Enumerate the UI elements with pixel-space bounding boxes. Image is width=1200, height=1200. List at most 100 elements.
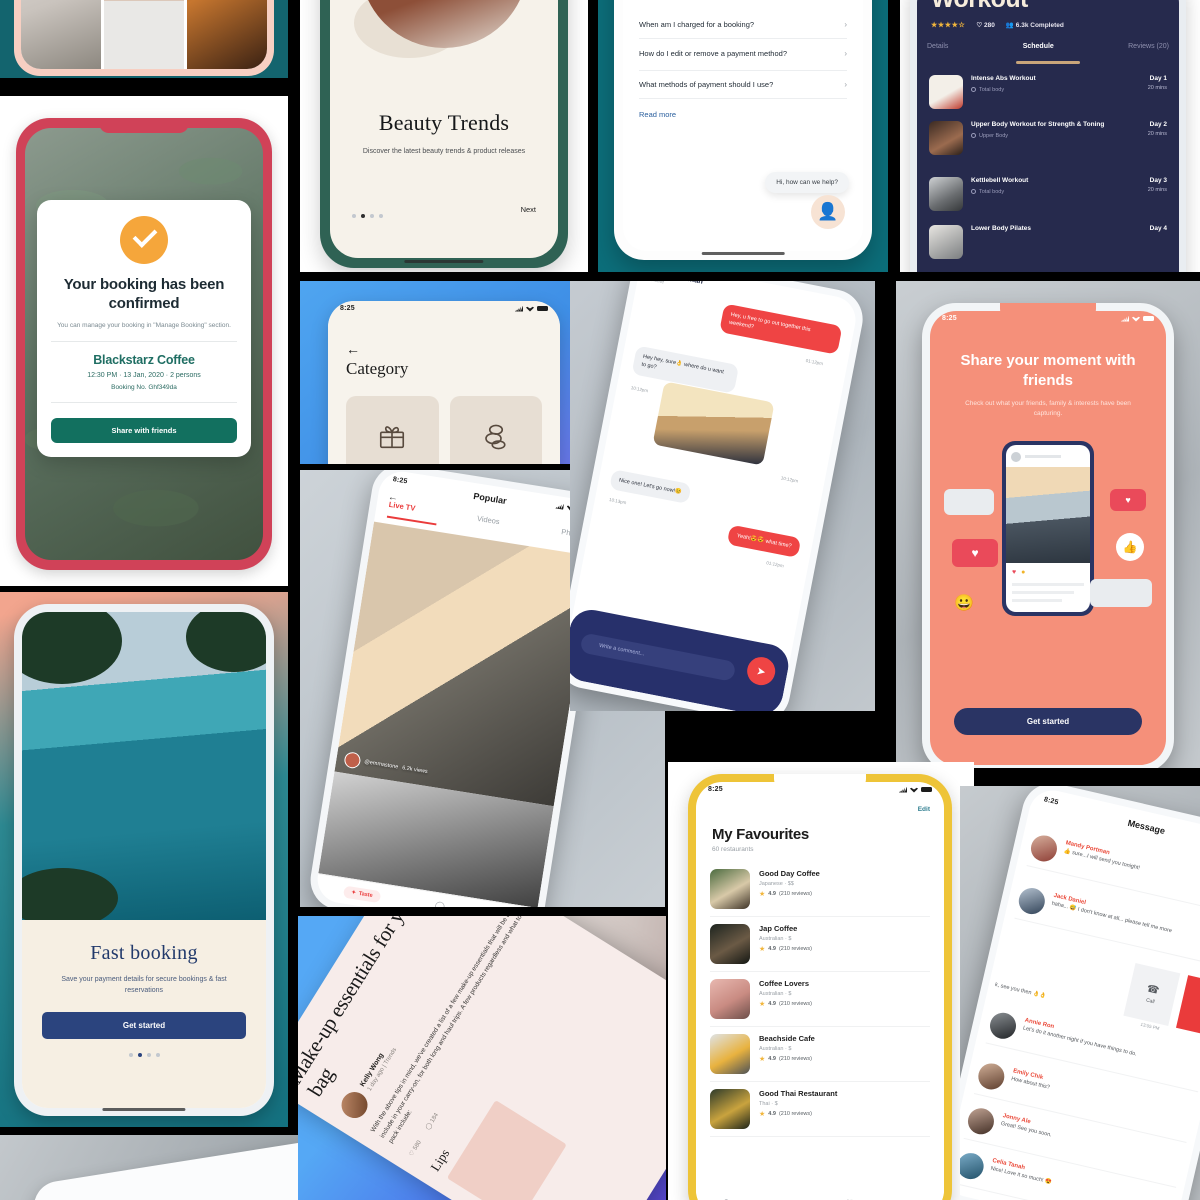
workout-row[interactable]: Intense Abs Workout Total body Day 1 20 … (929, 75, 1167, 109)
faq-screen: When am I charged for a booking? › How d… (623, 0, 863, 251)
battery-icon (921, 787, 932, 792)
booking-meta: 12:30 PM · 13 Jan, 2020 · 2 persons (87, 372, 201, 380)
cosmetics-icon (484, 424, 506, 450)
smiley-emoji-icon: 😀 (954, 595, 974, 612)
faq-item[interactable]: What methods of payment should I use? › (639, 71, 847, 99)
list-item[interactable]: Coffee Lovers Australian · $ ★ 4.9 (210 … (710, 972, 930, 1027)
chat-input[interactable]: Write a comment... (579, 632, 737, 682)
phone-notch (99, 118, 189, 133)
pager-dot[interactable] (155, 1052, 160, 1057)
fashion-cell[interactable] (21, 0, 101, 69)
post-line (1012, 583, 1084, 586)
comments-count: 184 (429, 1112, 441, 1125)
phone-fashion-grid (14, 0, 274, 76)
fashion-grid (21, 0, 267, 69)
tab-reviews[interactable]: Reviews (20) (1128, 43, 1169, 50)
tab-videos[interactable]: Videos (476, 514, 500, 526)
phone-icon: ☎ (1145, 983, 1161, 997)
phone-category: 8:25 ← Category (328, 301, 560, 464)
chat-bubble-outgoing: Hey, u free to go out together this week… (719, 303, 843, 355)
workout-tag: Upper Body (971, 133, 1140, 139)
workout-row[interactable]: Upper Body Workout for Strength & Toning… (929, 121, 1167, 155)
support-agent-avatar[interactable]: 👤 (811, 195, 845, 229)
video-card-primary[interactable]: @emmastone 6.2k views (334, 521, 594, 807)
send-icon[interactable]: ➤ (744, 654, 778, 688)
restaurant-rating: ★ 4.9 (210 reviews) (759, 891, 812, 898)
workout-thumbnail (929, 75, 963, 109)
edit-button[interactable]: Edit (918, 806, 930, 813)
next-button[interactable]: Next (521, 205, 536, 214)
workout-thumbnail (929, 121, 963, 155)
restaurant-name: Jap Coffee (759, 924, 798, 933)
get-started-button[interactable]: Get started (954, 708, 1142, 735)
comments-stat[interactable]: ◯ 184 (424, 1112, 440, 1131)
list-item[interactable]: Good Thai Restaurant Thai · $ ★ 4.9 (210… (710, 1082, 930, 1137)
avatar (965, 1105, 997, 1137)
likes-stat: ♡ 280 (976, 21, 995, 29)
chat-image-attachment[interactable] (652, 381, 775, 466)
back-arrow-icon[interactable]: ← (346, 341, 360, 357)
chat-timestamp: 01:12pm (765, 560, 785, 569)
phone-fast-booking: Fast booking Save your payment details f… (14, 604, 274, 1116)
status-bar: 8:25 (328, 301, 560, 316)
workout-stats: ★★★★☆ ♡ 280 👥 6.3k Completed (931, 21, 1165, 29)
chevron-right-icon: › (844, 20, 847, 29)
pager-dot[interactable] (128, 1052, 133, 1057)
message-preview: Let's do it another night if you have th… (1022, 1025, 1138, 1058)
thumbs-up-icon: 👍 (1116, 533, 1144, 561)
likes-stat[interactable]: ♡ 580 (408, 1139, 423, 1158)
faq-item[interactable]: When am I charged for a booking? › (639, 11, 847, 39)
page-subtitle: Discover the latest beauty trends & prod… (362, 148, 526, 155)
tab-schedule[interactable]: Schedule (1023, 43, 1054, 50)
call-action[interactable]: ☎ Call (1123, 962, 1181, 1026)
restaurant-thumbnail (710, 924, 750, 964)
avatar (1028, 832, 1060, 865)
workout-row[interactable]: Lower Body Pilates Day 4 (929, 225, 1167, 259)
chevron-right-icon: › (844, 79, 847, 89)
share-with-friends-button[interactable]: Share with friends (51, 418, 237, 444)
faq-item[interactable]: How do I edit or remove a payment method… (639, 39, 847, 71)
booking-confirmation-card: Your booking has been confirmed You can … (37, 200, 251, 458)
battery-icon (1143, 316, 1154, 321)
favourites-count: 60 restaurants (712, 846, 754, 853)
fast-booking-screen: Fast booking Save your payment details f… (22, 612, 266, 1108)
category-card-gifts[interactable] (346, 396, 439, 464)
pager-dot[interactable] (146, 1052, 151, 1057)
support-chat-bubble[interactable]: Hi, how can we help? (765, 172, 849, 193)
get-started-button[interactable]: Get started (42, 1011, 246, 1039)
workout-thumbnail (929, 225, 963, 259)
category-card-beauty[interactable] (449, 396, 542, 464)
fashion-cell[interactable] (104, 0, 184, 69)
workout-screen: Workout ★★★★☆ ♡ 280 👥 6.3k Completed Det… (917, 0, 1179, 272)
restaurant-meta: Australian · $ (759, 1046, 792, 1052)
tab-underline (1016, 61, 1080, 64)
post-line (1012, 599, 1062, 602)
list-item[interactable]: Beachside Cafe Australian · $ ★ 4.9 (210… (710, 1027, 930, 1082)
booking-title: Your booking has been confirmed (63, 276, 225, 312)
pager-dot-active[interactable] (361, 214, 365, 218)
pager-dot-active[interactable] (137, 1052, 142, 1057)
chat-icon[interactable]: ◯ (434, 900, 446, 907)
list-item[interactable]: Good Day Coffee Japanese · $$ ★ 4.9 (210… (710, 862, 930, 917)
tab-details[interactable]: Details (927, 43, 948, 50)
taste-pill[interactable]: ✦ Taste (342, 884, 382, 903)
workout-row[interactable]: Kettlebell Workout Total body Day 3 20 m… (929, 177, 1167, 211)
pager-dot[interactable] (370, 214, 374, 218)
tile-chat: Emily Portman Online Hey, u free to go o… (570, 281, 875, 711)
signal-icon (899, 786, 907, 793)
tab-live-tv[interactable]: Live TV (388, 500, 416, 513)
delete-action[interactable] (1176, 975, 1200, 1039)
pager-dot[interactable] (352, 214, 356, 218)
gift-icon (380, 426, 405, 449)
workout-tag: Total body (971, 189, 1140, 195)
read-more-link[interactable]: Read more (639, 110, 847, 119)
list-item[interactable]: Jap Coffee Australian · $ ★ 4.9 (210 rev… (710, 917, 930, 972)
tile-phone-sliver (0, 1135, 300, 1200)
chat-timestamp: 10:12pm (780, 475, 799, 484)
fashion-cell[interactable] (187, 0, 267, 69)
pager-dot[interactable] (379, 214, 383, 218)
workout-name: Kettlebell Workout (971, 177, 1029, 184)
page-title: Share your moment with friends (960, 352, 1136, 389)
phone-notch (1000, 303, 1096, 319)
signal-icon (515, 305, 523, 312)
